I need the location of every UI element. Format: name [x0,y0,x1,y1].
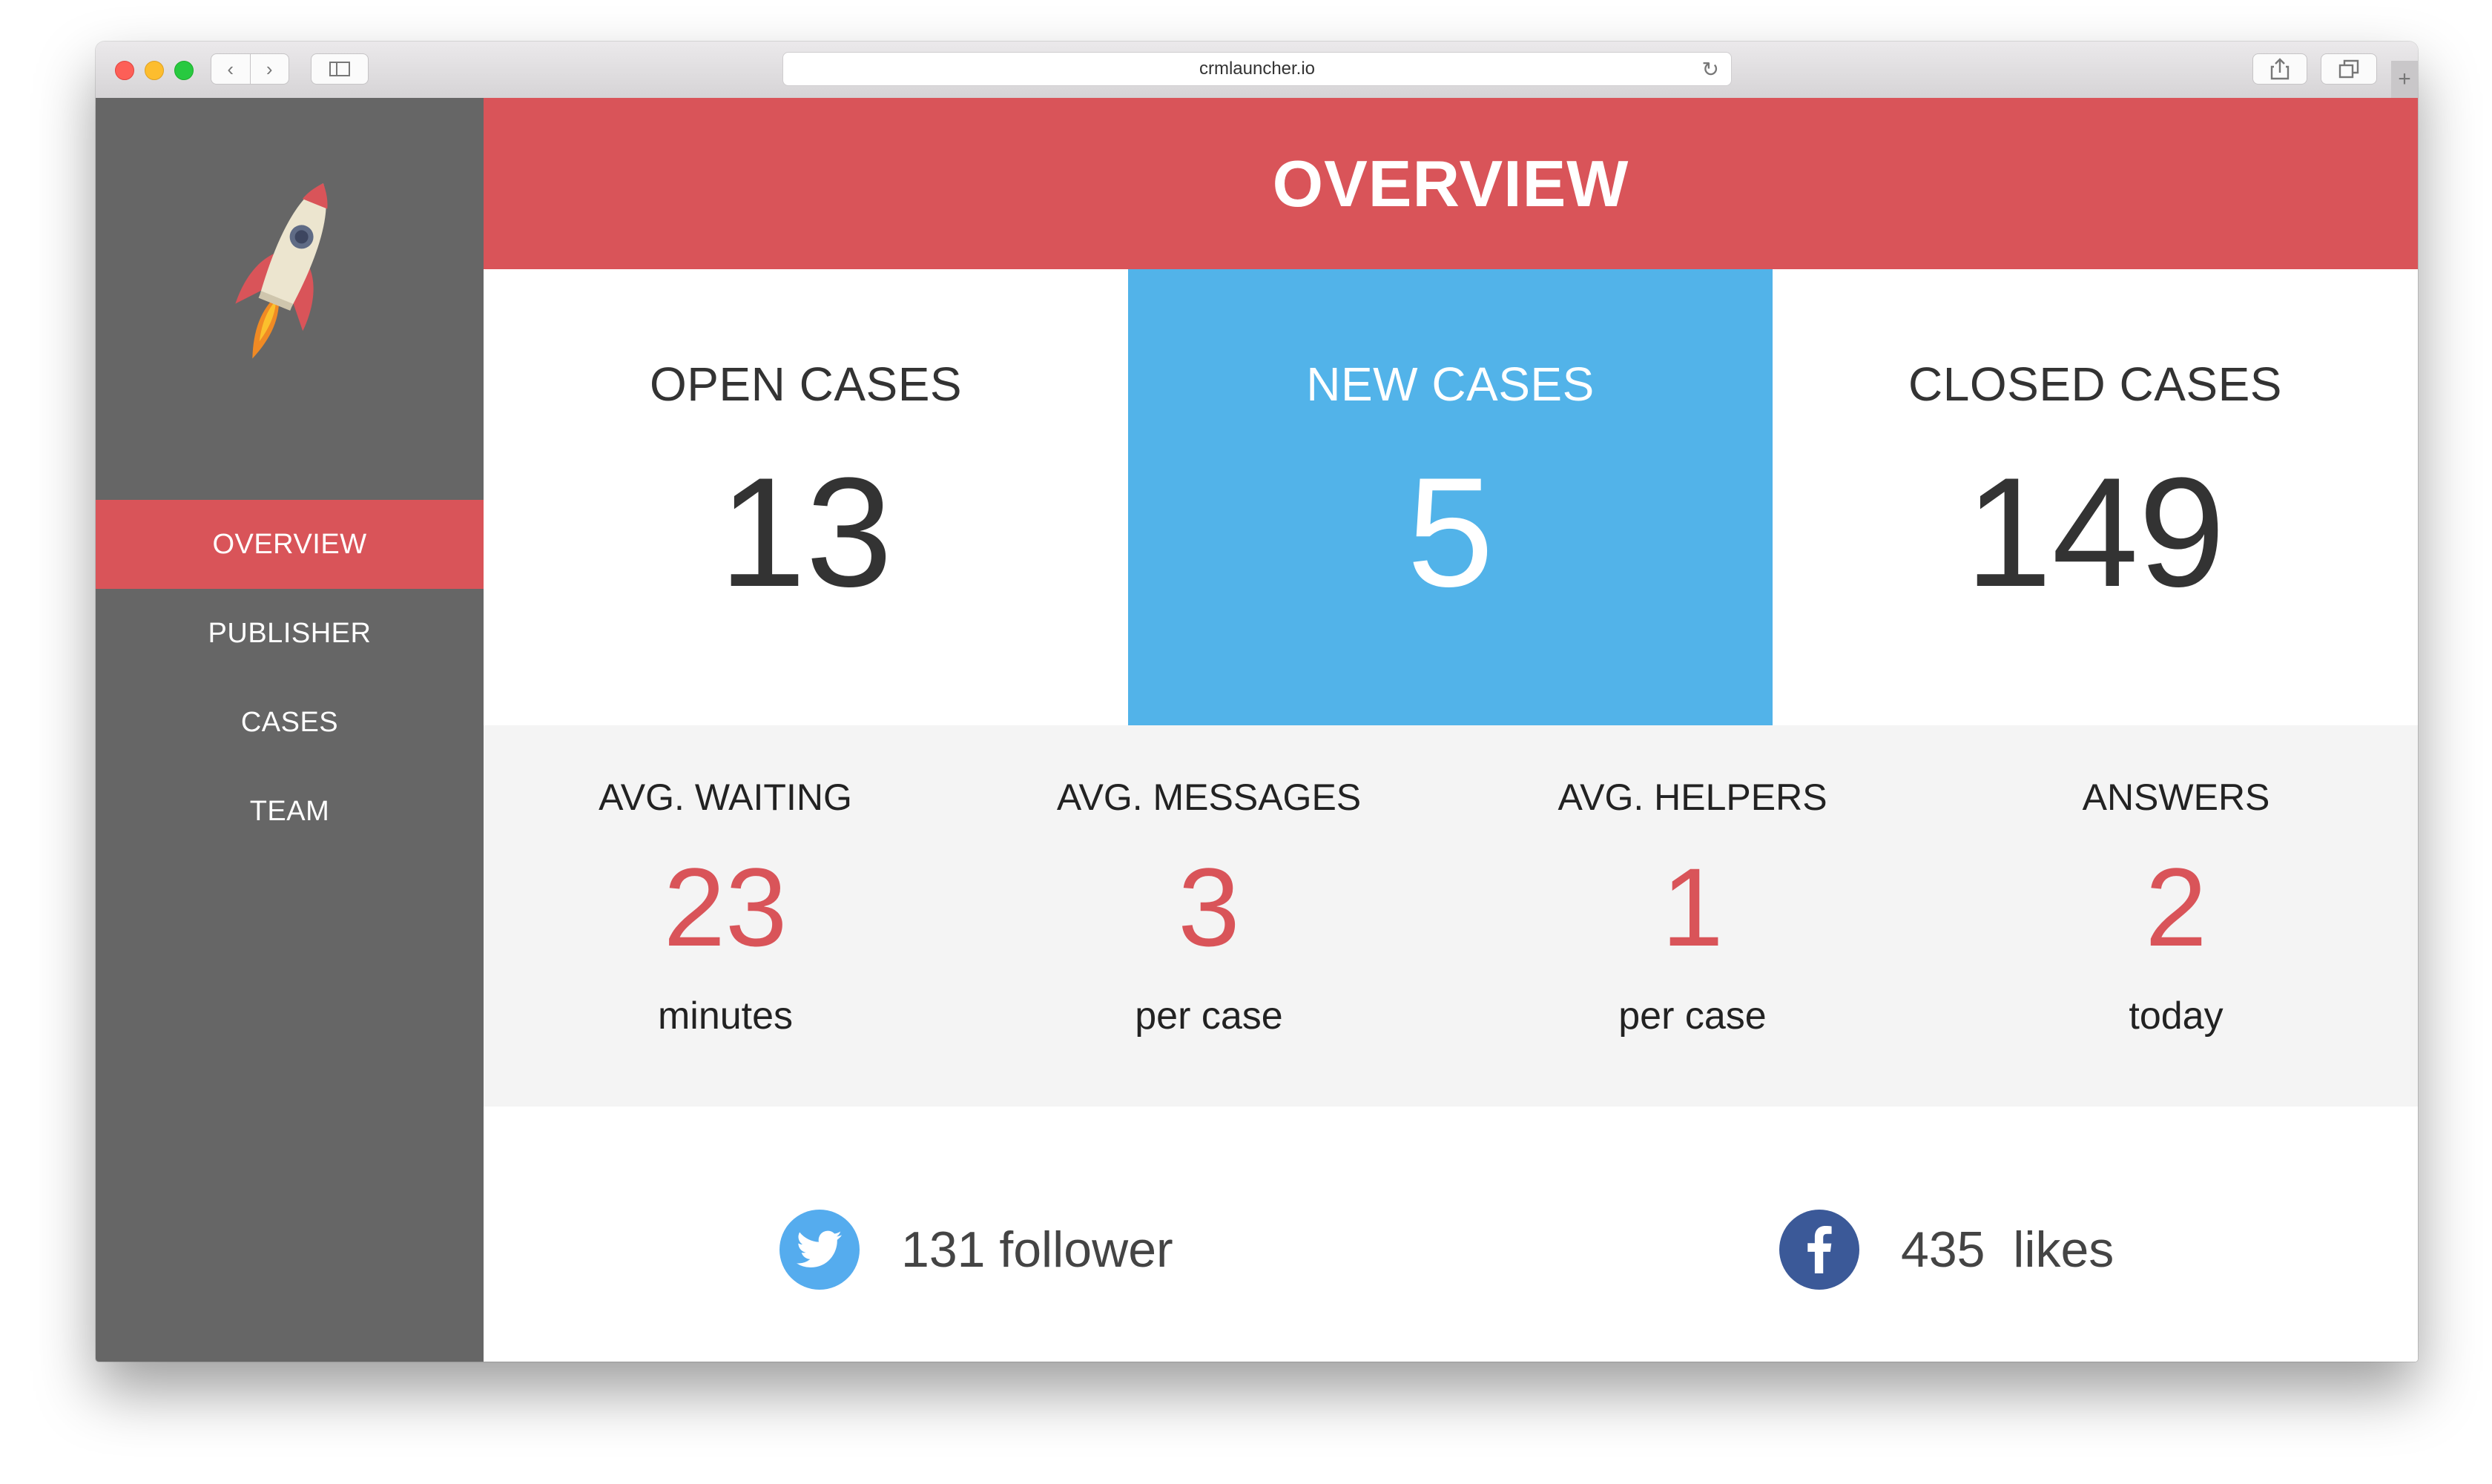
address-bar[interactable]: crmlauncher.io ↻ [782,52,1732,86]
stat-unit: per case [1618,995,1767,1038]
stat-label: AVG. HELPERS [1558,776,1827,818]
stat-label: AVG. WAITING [599,776,852,818]
share-button[interactable] [2252,53,2307,85]
stat-avg-waiting: AVG. WAITING 23 minutes [484,725,967,1107]
new-tab-button[interactable]: + [2391,61,2418,98]
new-cases-card[interactable]: NEW CASES 5 [1128,269,1773,725]
stat-avg-helpers: AVG. HELPERS 1 per case [1451,725,1934,1107]
browser-window: ‹ › crmlauncher.io ↻ + OVERVIEW PUBLISHE… [96,42,2418,1362]
stat-value: 23 [663,845,788,969]
open-cases-card[interactable]: OPEN CASES 13 [484,269,1128,725]
closed-cases-card[interactable]: CLOSED CASES 149 [1773,269,2418,725]
chevron-right-icon[interactable]: › [251,58,289,81]
title-bar: ‹ › crmlauncher.io ↻ + [96,42,2418,99]
card-value: 13 [719,445,893,619]
sidebar: OVERVIEW PUBLISHER CASES TEAM [96,98,484,1362]
stat-answers: ANSWERS 2 today [1934,725,2418,1107]
close-window-button[interactable] [115,61,134,80]
tabs-icon [2338,59,2359,79]
share-icon [2270,58,2290,80]
facebook-count: 435 likes [1901,1221,2114,1278]
history-nav: ‹ › [211,53,289,85]
card-title: CLOSED CASES [1908,357,2282,411]
main-content: OVERVIEW OPEN CASES 13 NEW CASES 5 CLOSE… [484,98,2418,1362]
sidebar-item-cases[interactable]: CASES [96,678,484,767]
stats-panel: AVG. WAITING 23 minutes AVG. MESSAGES 3 … [484,725,2418,1107]
chevron-left-icon[interactable]: ‹ [211,58,250,81]
stat-value: 1 [1661,845,1724,969]
sidebar-item-overview[interactable]: OVERVIEW [96,500,484,589]
card-title: NEW CASES [1306,357,1595,411]
card-title: OPEN CASES [649,357,963,411]
tabs-overview-button[interactable] [2321,53,2377,85]
stat-label: ANSWERS [2082,776,2270,818]
twitter-count: 131 follower [901,1221,1173,1278]
twitter-followers[interactable]: 131 follower [779,1209,1173,1290]
page-title: OVERVIEW [484,98,2418,269]
stat-avg-messages: AVG. MESSAGES 3 per case [967,725,1451,1107]
stat-value: 3 [1178,845,1240,969]
stat-unit: minutes [657,995,794,1038]
sidebar-icon [329,62,350,76]
card-value: 149 [1965,445,2226,619]
facebook-icon [1779,1210,1859,1290]
facebook-likes[interactable]: 435 likes [1779,1209,2114,1290]
minimize-window-button[interactable] [145,61,164,80]
reload-icon[interactable]: ↻ [1702,57,1719,82]
sidebar-item-publisher[interactable]: PUBLISHER [96,589,484,678]
stat-label: AVG. MESSAGES [1056,776,1362,818]
card-value: 5 [1407,445,1494,619]
stat-unit: per case [1135,995,1283,1038]
url-text: crmlauncher.io [1199,59,1316,79]
stat-unit: today [2129,995,2224,1038]
rocket-icon [235,183,328,359]
twitter-icon [779,1210,860,1290]
maximize-window-button[interactable] [174,61,194,80]
sidebar-item-team[interactable]: TEAM [96,767,484,856]
social-stats: 131 follower 435 likes [484,1107,2418,1362]
stat-value: 2 [2145,845,2207,969]
sidebar-toggle-button[interactable] [311,53,369,85]
